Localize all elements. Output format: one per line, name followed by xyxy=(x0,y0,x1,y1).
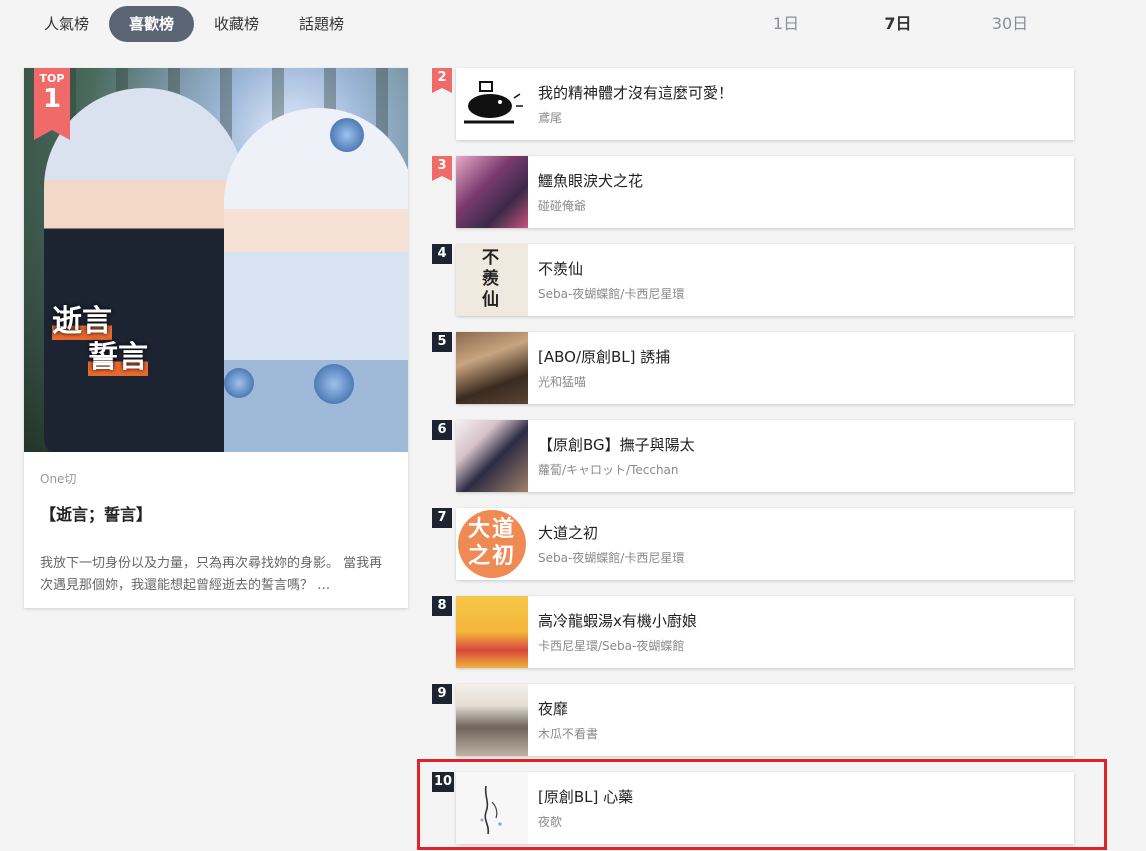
list-item[interactable]: 9 夜靡 木瓜不看書 xyxy=(432,684,1074,756)
item-author[interactable]: Seba-夜蝴蝶館/卡西尼星環 xyxy=(538,549,684,566)
item-title[interactable]: 夜靡 xyxy=(538,698,598,719)
rank-badge: 4 xyxy=(432,244,452,264)
period-1-day[interactable]: 1日 xyxy=(730,6,842,42)
list-item[interactable]: 6 【原創BG】撫子與陽太 蘿蔔/キャロット/Tecchan xyxy=(432,420,1074,492)
rank-badge: 2 xyxy=(432,68,452,93)
tab-likes[interactable]: 喜歡榜 xyxy=(109,6,195,42)
item-title[interactable]: 【原創BG】撫子與陽太 xyxy=(538,434,695,455)
period-7-days[interactable]: 7日 xyxy=(842,6,954,42)
ranking-tabs: 人氣榜 喜歡榜 收藏榜 話題榜 xyxy=(24,6,364,42)
top-1-author[interactable]: One切 xyxy=(40,470,392,487)
top-1-title[interactable]: 【逝言；誓言】 xyxy=(40,501,392,525)
item-author[interactable]: 木瓜不看書 xyxy=(538,725,598,742)
list-item[interactable]: 3 鱷魚眼淚犬之花 碰碰俺爺 xyxy=(432,156,1074,228)
list-item[interactable]: 10 [原創BL] 心藥 夜欹 xyxy=(432,772,1074,844)
tab-topics[interactable]: 話題榜 xyxy=(279,6,364,42)
period-selector: 1日 7日 30日 xyxy=(730,6,1066,42)
rank-badge: 3 xyxy=(432,156,452,181)
item-title[interactable]: [原創BL] 心藥 xyxy=(538,786,633,807)
item-author[interactable]: 卡西尼星環/Seba-夜蝴蝶館 xyxy=(538,637,697,654)
rank-badge: 6 xyxy=(432,420,452,440)
tab-favorites[interactable]: 收藏榜 xyxy=(194,6,279,42)
top-1-badge: TOP 1 xyxy=(34,68,70,140)
cover-thumbnail[interactable] xyxy=(456,156,528,228)
cover-thumbnail[interactable] xyxy=(456,332,528,404)
rank-badge: 8 xyxy=(432,596,452,616)
cover-thumbnail[interactable]: 不羨仙 xyxy=(456,244,528,316)
rank-badge: 9 xyxy=(432,684,452,704)
item-title[interactable]: [ABO/原創BL] 誘捕 xyxy=(538,346,670,367)
item-author[interactable]: 鳶尾 xyxy=(538,109,733,126)
item-title[interactable]: 不羨仙 xyxy=(538,258,684,279)
item-author[interactable]: 光和猛喵 xyxy=(538,373,670,390)
cover-thumbnail[interactable] xyxy=(456,420,528,492)
top-1-card[interactable]: TOP 1 逝言 誓言 One切 【逝言；誓言】 我放下一切身份以及力量，只為再… xyxy=(24,68,408,608)
cover-title-art: 逝言 誓言 xyxy=(52,304,148,376)
list-item[interactable]: 2 我的精神體才沒有這麼可愛！ 鳶尾 xyxy=(432,68,1074,140)
list-item[interactable]: 7 大道之初 大道之初 Seba-夜蝴蝶館/卡西尼星環 xyxy=(432,508,1074,580)
item-title[interactable]: 我的精神體才沒有這麼可愛！ xyxy=(538,82,733,103)
rank-badge: 5 xyxy=(432,332,452,352)
item-author[interactable]: 夜欹 xyxy=(538,813,633,830)
ranking-list: 2 我的精神體才沒有這麼可愛！ 鳶尾 3 鱷魚眼淚犬之花 碰碰俺爺 4 不羨仙 … xyxy=(432,68,1074,851)
cover-thumbnail[interactable] xyxy=(456,684,528,756)
item-author[interactable]: Seba-夜蝴蝶館/卡西尼星環 xyxy=(538,285,684,302)
rank-badge: 10 xyxy=(432,772,454,792)
cover-thumbnail[interactable]: 大道之初 xyxy=(456,508,528,580)
list-item[interactable]: 4 不羨仙 不羨仙 Seba-夜蝴蝶館/卡西尼星環 xyxy=(432,244,1074,316)
item-title[interactable]: 高冷龍蝦湯x有機小廚娘 xyxy=(538,610,697,631)
item-title[interactable]: 大道之初 xyxy=(538,522,684,543)
list-item[interactable]: 8 高冷龍蝦湯x有機小廚娘 卡西尼星環/Seba-夜蝴蝶館 xyxy=(432,596,1074,668)
tab-popular[interactable]: 人氣榜 xyxy=(24,6,109,42)
item-author[interactable]: 碰碰俺爺 xyxy=(538,197,643,214)
cover-thumbnail[interactable] xyxy=(456,772,528,844)
cover-thumbnail[interactable] xyxy=(456,596,528,668)
period-30-days[interactable]: 30日 xyxy=(954,6,1066,42)
rank-badge: 7 xyxy=(432,508,452,528)
item-author[interactable]: 蘿蔔/キャロット/Tecchan xyxy=(538,461,695,478)
top-1-cover-image[interactable]: TOP 1 逝言 誓言 xyxy=(24,68,408,452)
item-title[interactable]: 鱷魚眼淚犬之花 xyxy=(538,170,643,191)
top-1-description: 我放下一切身份以及力量，只為再次尋找妳的身影。 當我再次遇見那個妳，我還能想起曾… xyxy=(40,556,383,593)
cover-thumbnail[interactable] xyxy=(456,68,528,140)
list-item[interactable]: 5 [ABO/原創BL] 誘捕 光和猛喵 xyxy=(432,332,1074,404)
